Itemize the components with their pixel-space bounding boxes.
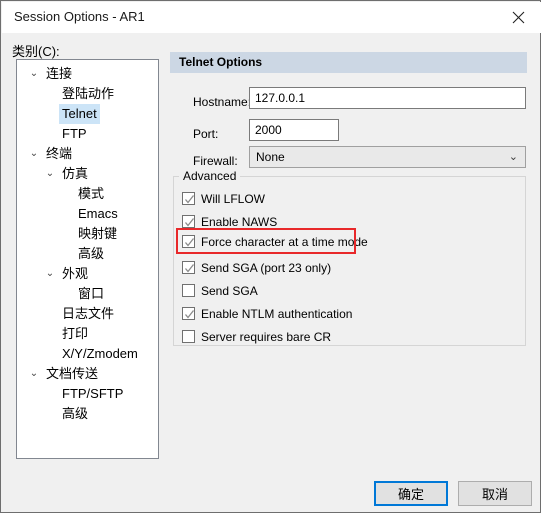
sidebar-item-label: 外观 (62, 266, 89, 281)
checkbox-checked-icon[interactable] (182, 192, 195, 205)
sidebar-item-label: 窗口 (78, 286, 105, 301)
firewall-selected-value: None (256, 150, 285, 164)
sidebar-item-6[interactable]: 模式 (17, 184, 158, 204)
sidebar-item-label: 日志文件 (62, 306, 115, 321)
port-input[interactable] (249, 119, 339, 141)
category-tree[interactable]: ⌄ 连接登陆动作 Telnet FTP ⌄ 终端 ⌄ 仿真模式 Emacs 映射键高级 ⌄ 外观窗口日… (16, 59, 159, 459)
checkbox-label: Enable NAWS (201, 215, 278, 229)
checkbox-label: Send SGA (201, 284, 258, 298)
hostname-label: Hostname: (193, 95, 252, 109)
port-label: Port: (193, 127, 219, 141)
sidebar-item-13[interactable]: 打印 (17, 324, 158, 344)
sidebar-item-label: 映射键 (78, 226, 118, 241)
checkbox-label: Send SGA (port 23 only) (201, 261, 332, 275)
hostname-input[interactable] (249, 87, 526, 109)
checkbox-checked-icon[interactable] (182, 235, 195, 248)
firewall-label: Firewall: (193, 154, 238, 168)
panel-header-label: Telnet Options (179, 55, 263, 69)
sidebar-item-2[interactable]: Telnet (17, 104, 158, 124)
chevron-down-icon[interactable]: ⌄ (27, 64, 41, 84)
sidebar-item-label: 高级 (78, 246, 105, 261)
category-label: 类别(C): (12, 44, 60, 59)
sidebar-item-8[interactable]: 映射键 (17, 224, 158, 244)
window-title: Session Options - AR1 (14, 9, 145, 24)
title-bar: Session Options - AR1 (2, 2, 541, 33)
sidebar-item-17[interactable]: 高级 (17, 404, 158, 424)
sidebar-item-label: 终端 (46, 146, 73, 161)
sidebar-item-9[interactable]: 高级 (17, 244, 158, 264)
ok-button[interactable]: 确定 (374, 481, 448, 506)
sidebar-item-label: 连接 (46, 66, 73, 81)
chevron-down-icon: ⌄ (508, 151, 518, 163)
sidebar-item-label: Telnet (59, 104, 100, 124)
sidebar-item-4[interactable]: ⌄ 终端 (17, 144, 158, 164)
sidebar-item-7[interactable]: Emacs (17, 204, 158, 224)
sidebar-item-label: 文档传送 (46, 366, 99, 381)
advanced-legend: Advanced (179, 169, 241, 183)
checkbox-label: Enable NTLM authentication (201, 307, 353, 321)
checkbox-label: Force character at a time mode (201, 235, 368, 249)
sidebar-item-11[interactable]: 窗口 (17, 284, 158, 304)
panel-header: Telnet Options (170, 52, 527, 73)
sidebar-item-3[interactable]: FTP (17, 124, 158, 144)
chevron-down-icon[interactable]: ⌄ (43, 164, 57, 184)
checkbox-checked-icon[interactable] (182, 261, 195, 274)
sidebar-item-1[interactable]: 登陆动作 (17, 84, 158, 104)
sidebar-item-label: Emacs (78, 206, 118, 221)
sidebar-item-label: 高级 (62, 406, 89, 421)
dialog-window: Session Options - AR1 类别(C): ⌄ 连接登陆动作 Teln… (0, 0, 541, 513)
checkbox-checked-icon[interactable] (182, 307, 195, 320)
sidebar-item-label: 打印 (62, 326, 89, 341)
sidebar-item-label: 仿真 (62, 166, 89, 181)
sidebar-item-label: 登陆动作 (62, 86, 115, 101)
checkbox-label: Will LFLOW (201, 192, 265, 206)
sidebar-item-label: X/Y/Zmodem (62, 346, 138, 361)
sidebar-item-14[interactable]: X/Y/Zmodem (17, 344, 158, 364)
checkbox-unchecked-icon[interactable] (182, 284, 195, 297)
sidebar-item-12[interactable]: 日志文件 (17, 304, 158, 324)
chevron-down-icon[interactable]: ⌄ (27, 144, 41, 164)
sidebar-item-15[interactable]: ⌄ 文档传送 (17, 364, 158, 384)
chevron-down-icon[interactable]: ⌄ (43, 264, 57, 284)
sidebar-item-0[interactable]: ⌄ 连接 (17, 64, 158, 84)
cancel-button[interactable]: 取消 (458, 481, 532, 506)
close-icon[interactable] (496, 2, 541, 33)
sidebar-item-label: FTP (62, 126, 87, 141)
checkbox-unchecked-icon[interactable] (182, 330, 195, 343)
sidebar-item-label: 模式 (78, 186, 105, 201)
checkbox-checked-icon[interactable] (182, 215, 195, 228)
sidebar-item-label: FTP/SFTP (62, 386, 124, 401)
checkbox-label: Server requires bare CR (201, 330, 332, 344)
firewall-select[interactable]: None ⌄ (249, 146, 526, 168)
chevron-down-icon[interactable]: ⌄ (27, 364, 41, 384)
sidebar-item-10[interactable]: ⌄ 外观 (17, 264, 158, 284)
sidebar-item-16[interactable]: FTP/SFTP (17, 384, 158, 404)
sidebar-item-5[interactable]: ⌄ 仿真 (17, 164, 158, 184)
